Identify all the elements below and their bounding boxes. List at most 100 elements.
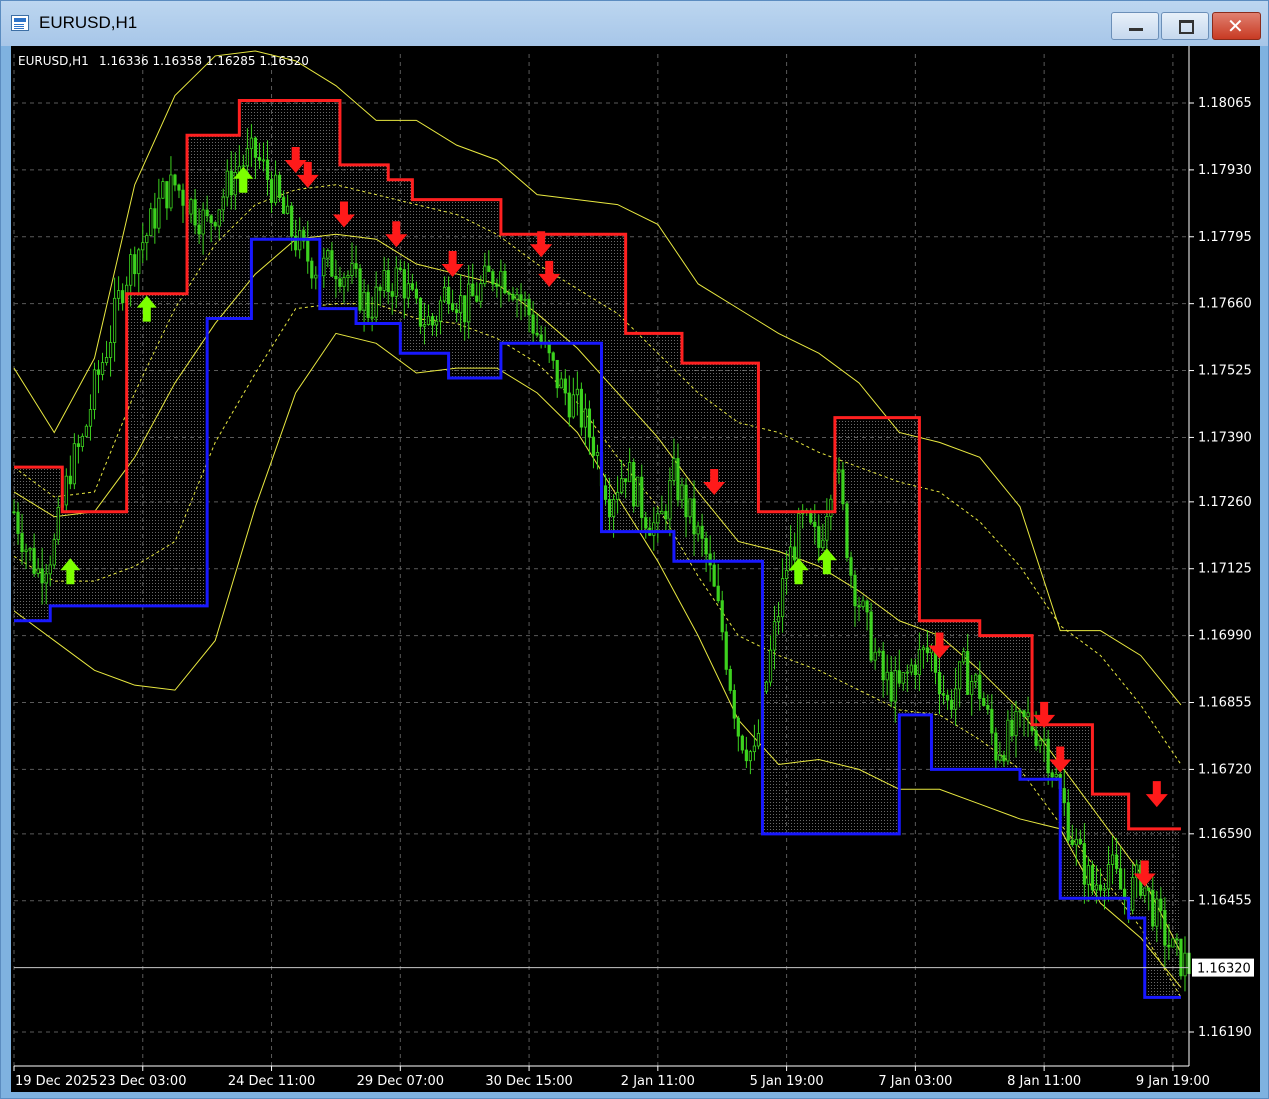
candle-body [591,436,596,456]
candle-body [483,265,487,285]
candle-body [374,286,378,318]
close-button[interactable]: ✕ [1212,12,1261,40]
candle-body [744,749,748,762]
candle-body [511,293,515,300]
candle-body [877,650,881,653]
candle-body [712,564,716,587]
candle-body [197,224,201,235]
maximize-icon [1179,20,1194,34]
candle-body [52,539,56,566]
candle-body [253,137,258,158]
candle-body [84,425,89,437]
candle-body [40,568,44,584]
candle-body [1143,887,1147,896]
candle-body [326,250,330,259]
candle-body [1131,877,1135,911]
candle-body [145,235,149,244]
candle-body [1050,772,1054,778]
current-price-label: 1.16320 [1197,962,1251,977]
candle-body [503,271,507,294]
y-tick-label: 1.16720 [1198,762,1252,777]
chart-area[interactable]: 1.18065 1.17930 1.17795 1.17660 1.17525 1.173… [11,46,1260,1092]
candle-body [463,295,467,323]
candle-body [112,297,117,343]
candle-body [772,621,777,651]
candle-body [1046,738,1050,774]
candle-body [575,388,579,396]
candle-body [1062,788,1066,804]
minimize-icon [1129,28,1143,31]
candle-body [422,324,427,327]
candle-body [20,533,24,552]
candle-body [282,197,286,214]
candle-body [660,510,664,515]
candle-body [475,295,479,302]
candle-body [728,668,732,691]
candle-body [201,209,205,235]
candle-body [937,671,942,695]
candle-body [273,174,278,203]
candle-body [245,148,249,167]
candle-body [672,458,676,481]
maximize-button[interactable] [1161,12,1209,40]
candle-body [1074,838,1078,846]
candle-body [913,664,917,676]
candle-body [954,688,958,710]
candle-body [1147,887,1151,891]
candle-body [853,574,857,607]
candle-body [893,670,897,702]
x-tick-label: 30 Dec 15:00 [485,1074,572,1089]
candle-body [897,670,901,684]
candle-body [785,569,789,579]
candle-body [555,359,559,389]
candle-body [366,291,370,318]
candle-body [632,462,636,507]
candle-body [72,443,76,485]
candle-body [446,286,451,305]
chart-window: EURUSD,H1 ✕ 1.18065 1.17930 1.17795 1.17660… [0,0,1269,1099]
candle-body [286,205,290,214]
candle-body [390,291,394,297]
candle-body [732,690,736,719]
y-tick-label: 1.16855 [1198,696,1252,711]
candle-body [1159,898,1163,911]
candle-body [652,522,656,536]
candle-body [386,270,390,293]
candle-body [96,369,101,375]
candle-body [970,681,974,695]
x-tick-label: 19 Dec 2025 [15,1074,98,1089]
candle-body [24,549,28,552]
candle-body [789,546,793,571]
title-bar[interactable]: EURUSD,H1 ✕ [1,1,1268,46]
candle-body [845,503,849,559]
minimize-button[interactable] [1111,12,1159,40]
candle-body [1078,838,1082,844]
candle-body [12,511,16,514]
x-tick-label: 5 Jan 19:00 [750,1074,824,1089]
candle-body [559,378,563,389]
candle-body [451,303,455,311]
candle-body [108,342,113,358]
candle-body [636,476,640,507]
candle-body [925,647,930,654]
candle-body [438,300,443,322]
candle-body [342,277,346,287]
y-tick-label: 1.17390 [1198,430,1252,445]
candle-body [821,539,825,548]
candle-body [1094,884,1099,891]
candle-body [1022,710,1026,718]
candle-body [68,475,72,485]
candle-body [740,735,744,751]
candle-body [1090,865,1095,891]
candle-body [1163,910,1167,946]
candle-body [402,269,406,299]
candle-body [688,498,692,518]
price-chart[interactable]: 1.18065 1.17930 1.17795 1.17660 1.17525 1.173… [11,46,1260,1092]
candle-body [100,362,105,375]
candle-body [857,605,861,608]
candle-body [527,298,531,316]
y-tick-label: 1.17260 [1198,495,1252,510]
candle-body [418,297,423,327]
candle-body [1118,868,1123,890]
candle-body [708,553,712,566]
